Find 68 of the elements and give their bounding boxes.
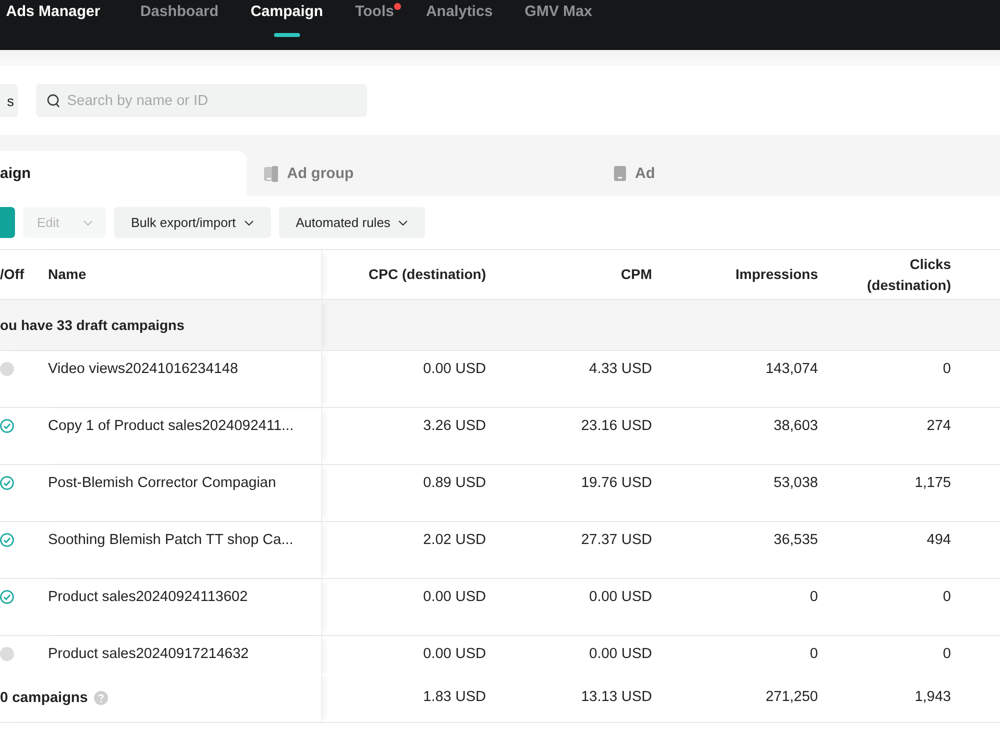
- table-cell: 0: [942, 361, 951, 377]
- campaign-name[interactable]: Product sales20240917214632: [48, 646, 249, 662]
- table-cell: 0.00 USD: [589, 646, 652, 662]
- table-cell: 3.26 USD: [423, 418, 486, 434]
- chevron-down-icon: [83, 220, 93, 226]
- level-tab[interactable]: Ad: [597, 151, 947, 196]
- nav-tab[interactable]: Tools: [355, 0, 394, 50]
- nav-tab[interactable]: GMV Max: [524, 0, 592, 50]
- table-cell: 53,038: [774, 475, 818, 491]
- table-cell: 1,943: [914, 689, 951, 706]
- campaign-name[interactable]: Soothing Blemish Patch TT shop Ca...: [48, 532, 294, 548]
- chevron-down-icon: [244, 220, 254, 226]
- check-circle-icon[interactable]: [0, 419, 14, 433]
- column-header: CPC (destination): [368, 265, 486, 284]
- level-tab[interactable]: aign: [0, 151, 247, 196]
- app-title: Ads Manager: [6, 2, 100, 22]
- check-circle-icon[interactable]: [0, 590, 14, 604]
- table-cell: 0.00 USD: [589, 589, 652, 605]
- table-cell: 38,603: [774, 418, 818, 434]
- campaign-name[interactable]: Post-Blemish Corrector Compagian: [48, 475, 276, 491]
- table-cell: 274: [926, 418, 951, 434]
- column-header: CPM: [620, 265, 652, 284]
- column-header: Name: [40, 250, 322, 299]
- filter-button[interactable]: s: [0, 84, 18, 117]
- table-cell: 1,175: [914, 475, 951, 491]
- campaign-name[interactable]: Copy 1 of Product sales2024092411...: [48, 418, 294, 434]
- campaign-name[interactable]: Product sales20240924113602: [48, 589, 248, 605]
- campaign-name[interactable]: Video views20241016234148: [48, 361, 238, 377]
- check-circle-icon[interactable]: [0, 476, 14, 490]
- check-circle-icon[interactable]: [0, 533, 14, 547]
- table-cell: 0: [810, 589, 818, 605]
- column-header: /Off: [0, 265, 26, 284]
- table-cell: 13.13 USD: [581, 689, 652, 706]
- table-cell: 0.89 USD: [423, 475, 486, 491]
- table-cell: 0: [942, 589, 951, 605]
- table-cell: 2.02 USD: [423, 532, 486, 548]
- column-header: Clicks (destination): [866, 254, 951, 295]
- nav-tab[interactable]: Analytics: [426, 0, 493, 50]
- table-cell: 27.37 USD: [581, 532, 652, 548]
- table-cell: 19.76 USD: [581, 475, 652, 491]
- table-cell: 0: [942, 646, 951, 662]
- search-icon: [47, 94, 60, 108]
- help-icon[interactable]: [94, 690, 108, 704]
- table-cell: 0.00 USD: [423, 589, 486, 605]
- nav-tab[interactable]: Dashboard: [140, 0, 219, 50]
- table-cell: 36,535: [774, 532, 818, 548]
- dropdown-button[interactable]: Bulk export/import: [114, 207, 271, 238]
- table-cell: 0.00 USD: [423, 361, 486, 377]
- table-cell: 143,074: [766, 361, 818, 377]
- toggle-knob-icon[interactable]: [0, 647, 14, 661]
- table-cell: 1.83 USD: [423, 689, 486, 706]
- total-label: 0 campaigns: [0, 690, 88, 706]
- table-cell: 23.16 USD: [581, 418, 652, 434]
- nav-tab[interactable]: Campaign: [250, 0, 324, 50]
- dropdown-button[interactable]: Automated rules: [278, 207, 426, 238]
- level-tab[interactable]: Ad group: [247, 151, 597, 196]
- layers-icon: [264, 166, 278, 182]
- search-field[interactable]: Search by name or ID: [36, 84, 367, 117]
- toggle-knob-icon[interactable]: [0, 362, 14, 376]
- table-cell: 4.33 USD: [589, 361, 652, 377]
- chevron-down-icon: [398, 220, 408, 226]
- table-cell: 0.00 USD: [423, 646, 486, 662]
- table-cell: 0: [810, 646, 818, 662]
- phone-icon: [614, 166, 626, 181]
- table-cell: 494: [926, 532, 951, 548]
- table-cell: 271,250: [766, 689, 818, 706]
- draft-notice: ou have 33 draft campaigns: [0, 317, 184, 333]
- column-header: Impressions: [736, 265, 818, 284]
